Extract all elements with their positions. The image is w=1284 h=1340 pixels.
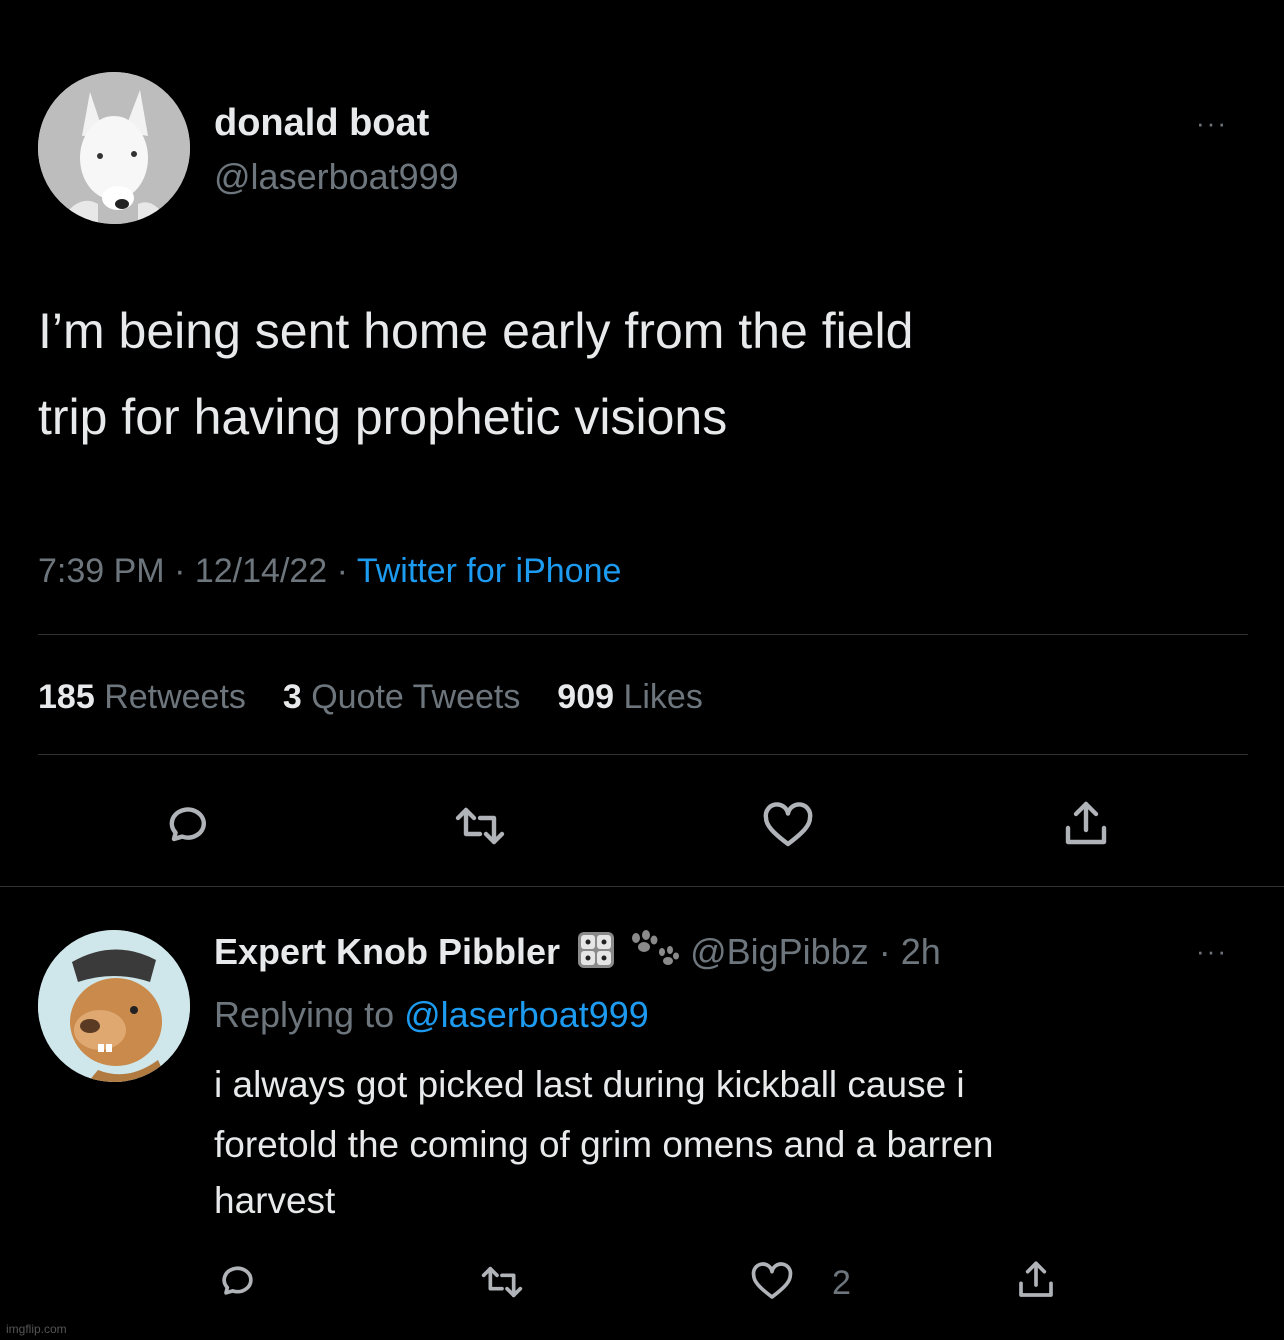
reply-author-name[interactable]: Expert Knob Pibbler bbox=[214, 931, 560, 972]
main-tweet-date[interactable]: 12/14/22 bbox=[195, 552, 327, 590]
share-icon[interactable] bbox=[1062, 798, 1110, 850]
reply-likes-count: 2 bbox=[832, 1264, 851, 1302]
quotes-label: Quote Tweets bbox=[311, 678, 521, 716]
avatar-donald-boat[interactable] bbox=[38, 72, 190, 224]
reply-author-handle[interactable]: @BigPibbz bbox=[690, 931, 869, 972]
reply-header: Expert Knob Pibbler @BigPibbz · 2h bbox=[214, 930, 941, 973]
replying-to: Replying to @laserboat999 bbox=[214, 994, 649, 1036]
reply-time[interactable]: 2h bbox=[901, 931, 941, 972]
avatar-expert-knob-pibbler[interactable] bbox=[38, 930, 190, 1082]
share-icon[interactable] bbox=[1016, 1258, 1056, 1302]
dice-emoji-icon bbox=[576, 930, 616, 970]
main-tweet-text-line2: trip for having prophetic visions bbox=[38, 389, 728, 445]
main-tweet-stats: 185 Retweets 3 Quote Tweets 909 Likes bbox=[38, 678, 703, 717]
bull-terrier-avatar-image bbox=[38, 72, 190, 224]
reply-text-line1: i always got picked last during kickball… bbox=[214, 1064, 965, 1105]
likes-count: 909 bbox=[557, 678, 615, 716]
meta-separator: · bbox=[174, 552, 186, 590]
likes-stat[interactable]: 909 Likes bbox=[557, 678, 703, 716]
divider bbox=[0, 886, 1284, 887]
main-tweet-source[interactable]: Twitter for iPhone bbox=[357, 552, 622, 590]
paw-emoji-icon bbox=[626, 930, 680, 970]
reply-text-line2: foretold the coming of grim omens and a … bbox=[214, 1124, 994, 1165]
main-author-handle[interactable]: @laserboat999 bbox=[214, 156, 459, 198]
retweet-icon[interactable] bbox=[480, 1262, 524, 1302]
quotes-count: 3 bbox=[282, 678, 302, 716]
quotes-stat[interactable]: 3 Quote Tweets bbox=[283, 678, 530, 716]
divider bbox=[38, 754, 1248, 755]
like-icon[interactable] bbox=[750, 1262, 794, 1302]
divider bbox=[38, 634, 1248, 635]
reply-icon[interactable] bbox=[162, 802, 210, 850]
main-tweet-time[interactable]: 7:39 PM bbox=[38, 552, 165, 590]
retweets-label: Retweets bbox=[104, 678, 246, 716]
retweets-count: 185 bbox=[38, 678, 95, 716]
reply-separator: · bbox=[878, 931, 891, 972]
reply-more-icon[interactable]: ··· bbox=[1196, 938, 1228, 964]
main-tweet-meta: 7:39 PM · 12/14/22 · Twitter for iPhone bbox=[38, 552, 621, 591]
meta-separator: · bbox=[336, 552, 348, 590]
main-tweet-text-line1: I’m being sent home early from the field bbox=[38, 303, 914, 359]
like-icon[interactable] bbox=[762, 802, 814, 850]
reply-icon[interactable] bbox=[216, 1262, 256, 1302]
retweets-stat[interactable]: 185 Retweets bbox=[38, 678, 255, 716]
likes-label: Likes bbox=[623, 678, 703, 716]
reply-text-line3: harvest bbox=[214, 1180, 336, 1221]
main-author-name[interactable]: donald boat bbox=[214, 102, 429, 145]
watermark: imgflip.com bbox=[6, 1322, 67, 1336]
retweet-icon[interactable] bbox=[454, 802, 506, 850]
replying-to-handle[interactable]: @laserboat999 bbox=[404, 994, 649, 1035]
replying-to-label: Replying to bbox=[214, 994, 395, 1035]
cartoon-dog-avatar-image bbox=[38, 930, 190, 1082]
main-more-icon[interactable]: ··· bbox=[1196, 110, 1228, 136]
